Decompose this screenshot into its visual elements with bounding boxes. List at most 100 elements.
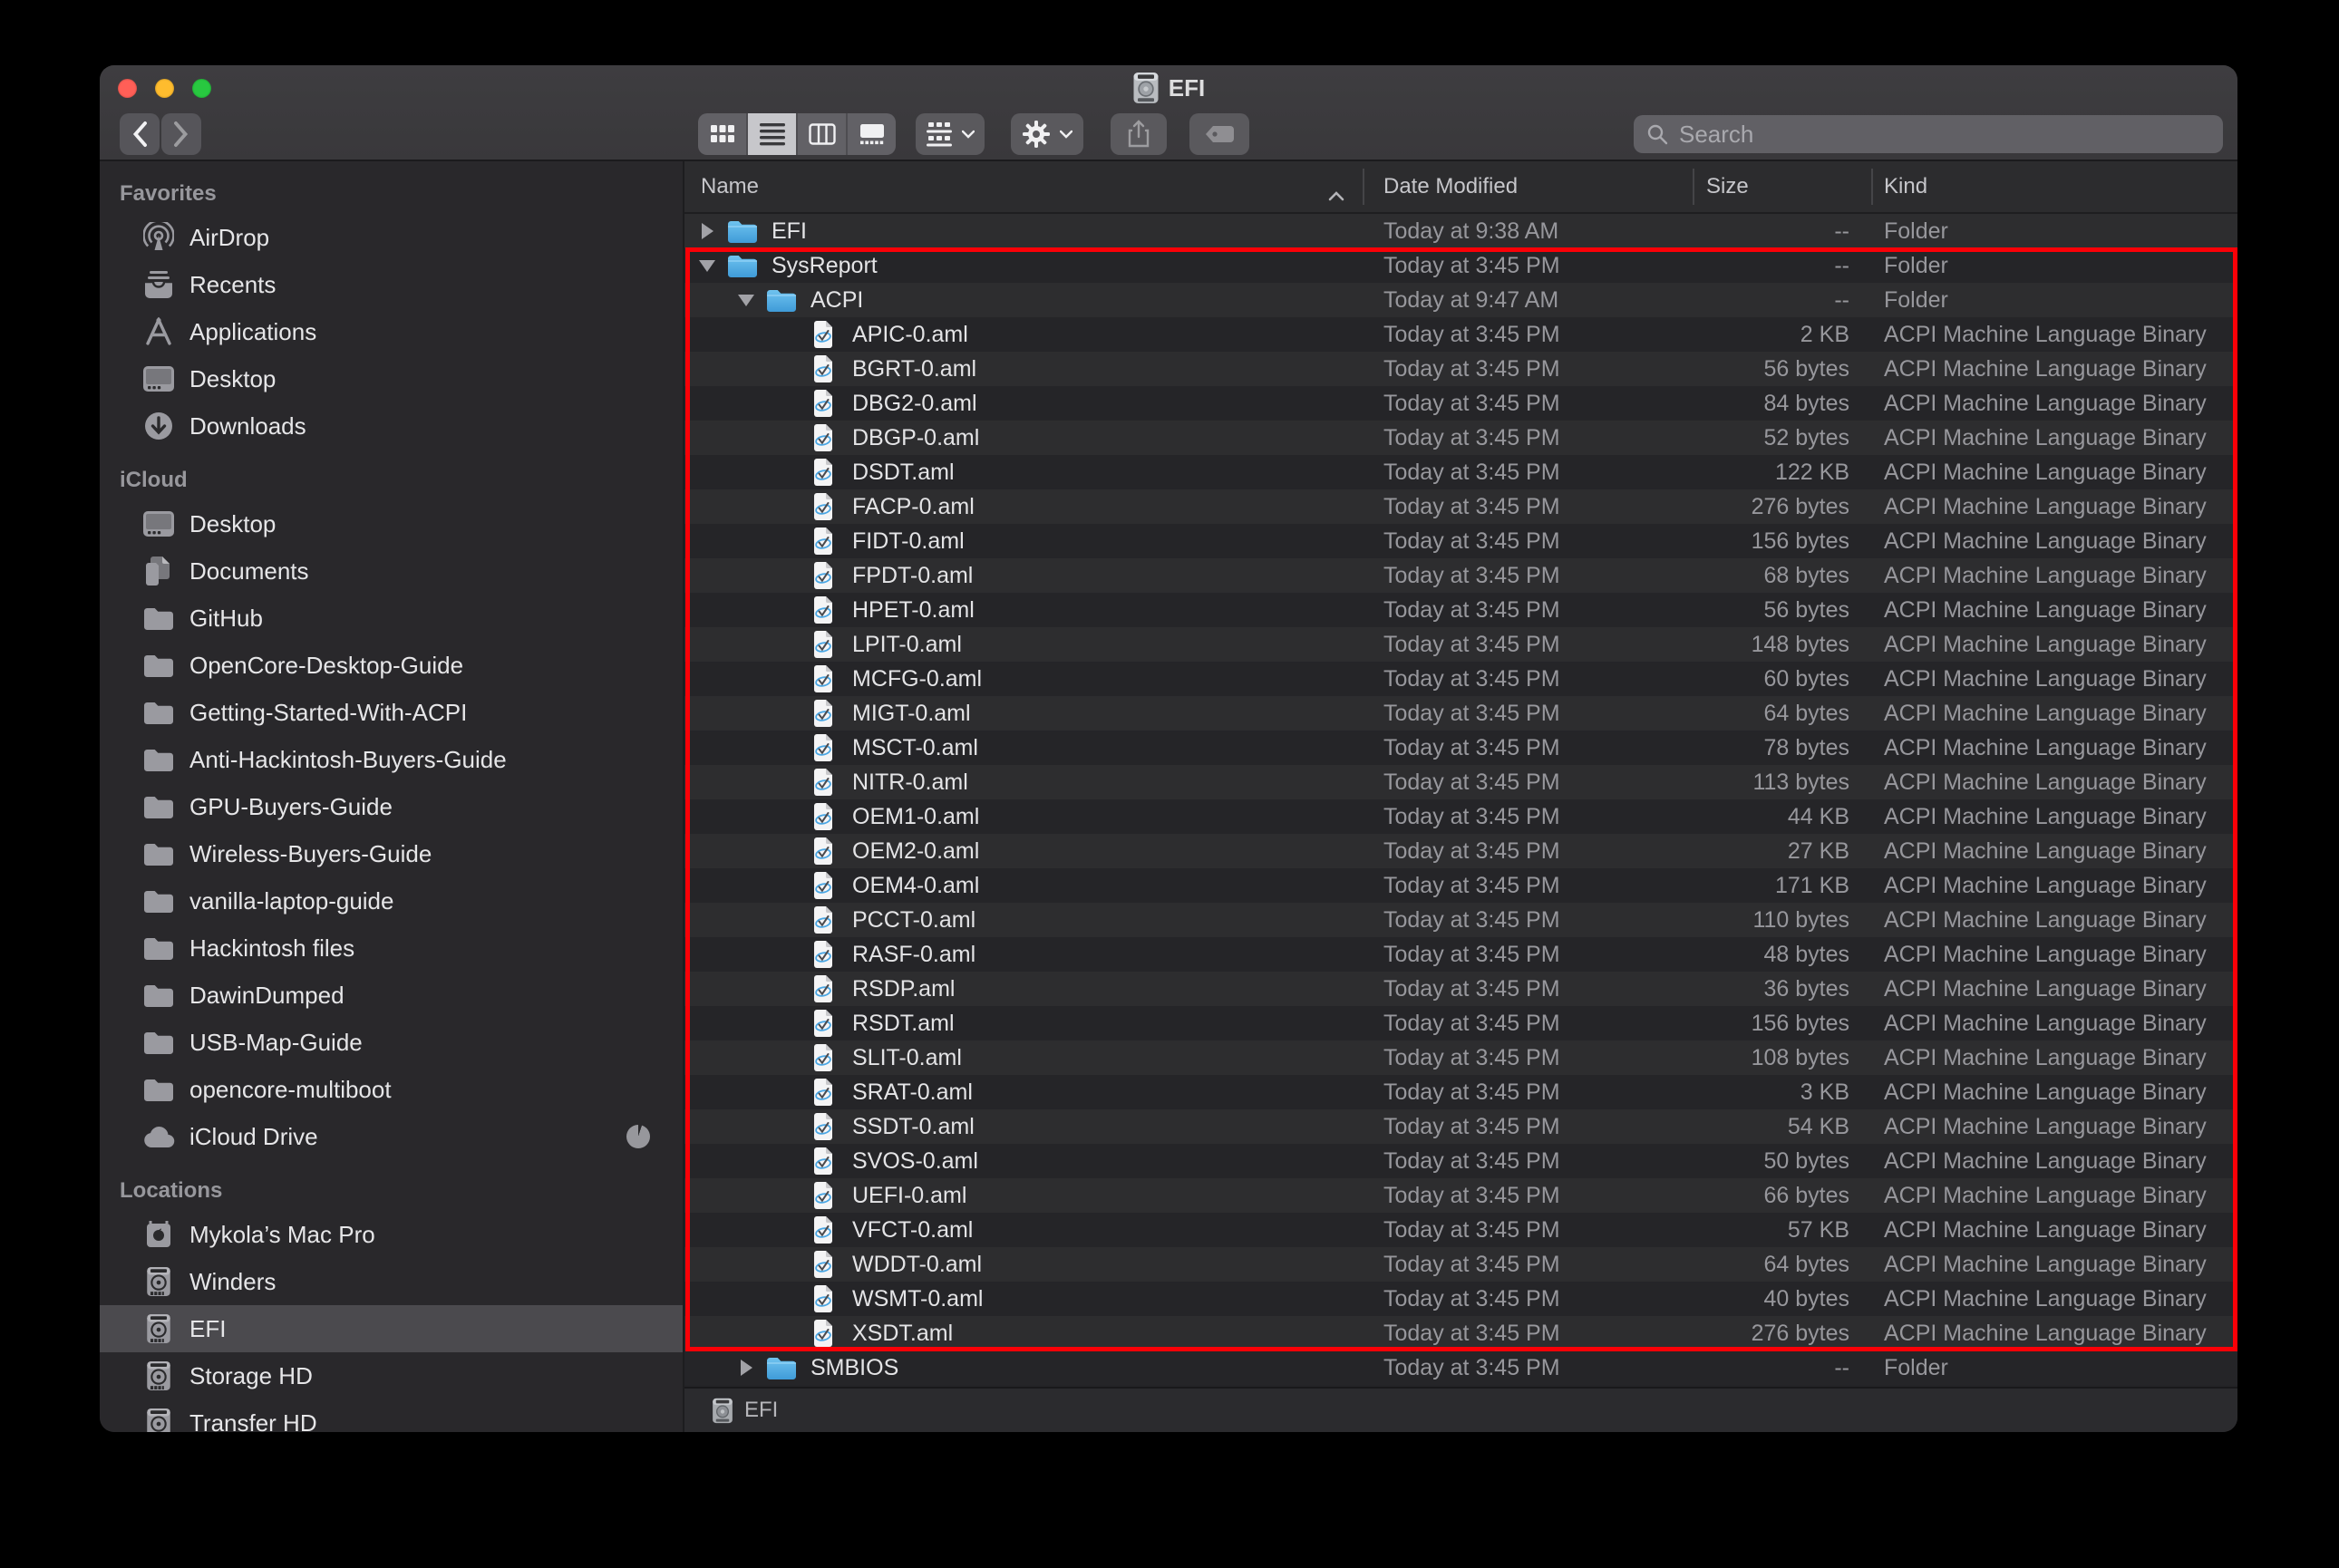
- list-view-button[interactable]: [748, 113, 798, 155]
- list-row-uefi-0-aml[interactable]: UEFI-0.aml Today at 3:45 PM 66 bytes ACP…: [684, 1178, 2237, 1213]
- forward-button[interactable]: [161, 113, 201, 155]
- list-row-pcct-0-aml[interactable]: PCCT-0.aml Today at 3:45 PM 110 bytes AC…: [684, 903, 2237, 937]
- action-gear-button[interactable]: [1011, 113, 1083, 155]
- list-row-rasf-0-aml[interactable]: RASF-0.aml Today at 3:45 PM 48 bytes ACP…: [684, 937, 2237, 972]
- list-row-efi[interactable]: EFI Today at 9:38 AM -- Folder: [684, 214, 2237, 248]
- disclosure-triangle[interactable]: [695, 223, 719, 239]
- list-row-ssdt-0-aml[interactable]: SSDT-0.aml Today at 3:45 PM 54 KB ACPI M…: [684, 1109, 2237, 1144]
- sidebar-item-wireless-buyers-guide[interactable]: Wireless-Buyers-Guide: [100, 830, 683, 877]
- disclosure-triangle[interactable]: [695, 259, 719, 272]
- list-row-dbgp-0-aml[interactable]: DBGP-0.aml Today at 3:45 PM 52 bytes ACP…: [684, 421, 2237, 455]
- sidebar-item-github[interactable]: GitHub: [100, 595, 683, 642]
- list-row-apic-0-aml[interactable]: APIC-0.aml Today at 3:45 PM 2 KB ACPI Ma…: [684, 317, 2237, 352]
- sidebar-item-opencore-desktop-guide[interactable]: OpenCore-Desktop-Guide: [100, 642, 683, 689]
- file-name: SLIT-0.aml: [852, 1044, 962, 1070]
- list-row-smbios[interactable]: SMBIOS Today at 3:45 PM -- Folder: [684, 1350, 2237, 1385]
- share-button[interactable]: [1111, 113, 1167, 155]
- search-input[interactable]: [1677, 119, 2210, 150]
- list-row-srat-0-aml[interactable]: SRAT-0.aml Today at 3:45 PM 3 KB ACPI Ma…: [684, 1075, 2237, 1109]
- list-row-dsdt-aml[interactable]: DSDT.aml Today at 3:45 PM 122 KB ACPI Ma…: [684, 455, 2237, 489]
- list-row-slit-0-aml[interactable]: SLIT-0.aml Today at 3:45 PM 108 bytes AC…: [684, 1040, 2237, 1075]
- list-row-nitr-0-aml[interactable]: NITR-0.aml Today at 3:45 PM 113 bytes AC…: [684, 765, 2237, 799]
- sidebar-item-usb-map-guide[interactable]: USB-Map-Guide: [100, 1019, 683, 1066]
- list-row-svos-0-aml[interactable]: SVOS-0.aml Today at 3:45 PM 50 bytes ACP…: [684, 1144, 2237, 1178]
- sidebar-item-opencore-multiboot[interactable]: opencore-multiboot: [100, 1066, 683, 1113]
- column-header-date-modified[interactable]: Date Modified: [1383, 174, 1683, 199]
- sidebar-item-hackintosh-files[interactable]: Hackintosh files: [100, 924, 683, 972]
- sidebar-item-desktop[interactable]: Desktop: [100, 500, 683, 547]
- sidebar-item-dawindumped[interactable]: DawinDumped: [100, 972, 683, 1019]
- file-kind: ACPI Machine Language Binary: [1884, 1251, 2207, 1277]
- sidebar-item-getting-started-with-acpi[interactable]: Getting-Started-With-ACPI: [100, 689, 683, 736]
- aml-document-icon: [800, 1147, 847, 1176]
- list-row-hpet-0-aml[interactable]: HPET-0.aml Today at 3:45 PM 56 bytes ACP…: [684, 593, 2237, 627]
- sidebar-item-vanilla-laptop-guide[interactable]: vanilla-laptop-guide: [100, 877, 683, 924]
- list-row-lpit-0-aml[interactable]: LPIT-0.aml Today at 3:45 PM 148 bytes AC…: [684, 627, 2237, 662]
- list-row-msct-0-aml[interactable]: MSCT-0.aml Today at 3:45 PM 78 bytes ACP…: [684, 731, 2237, 765]
- sidebar-item-transfer-hd[interactable]: Transfer HD: [100, 1399, 683, 1432]
- back-button[interactable]: [120, 113, 160, 155]
- column-header-kind[interactable]: Kind: [1849, 174, 2237, 199]
- icon-view-button[interactable]: [698, 113, 748, 155]
- list-row-rsdp-aml[interactable]: RSDP.aml Today at 3:45 PM 36 bytes ACPI …: [684, 972, 2237, 1006]
- list-row-rsdt-aml[interactable]: RSDT.aml Today at 3:45 PM 156 bytes ACPI…: [684, 1006, 2237, 1040]
- list-row-acpi[interactable]: ACPI Today at 9:47 AM -- Folder: [684, 283, 2237, 317]
- file-kind: ACPI Machine Language Binary: [1884, 1147, 2207, 1174]
- file-name: UEFI-0.aml: [852, 1182, 967, 1208]
- toolbar: [100, 111, 2237, 157]
- list-row-migt-0-aml[interactable]: MIGT-0.aml Today at 3:45 PM 64 bytes ACP…: [684, 696, 2237, 731]
- list-row-wsmt-0-aml[interactable]: WSMT-0.aml Today at 3:45 PM 40 bytes ACP…: [684, 1282, 2237, 1316]
- sidebar-item-icloud-drive[interactable]: iCloud Drive: [100, 1113, 683, 1160]
- aml-document-icon: [800, 561, 847, 590]
- column-view-button[interactable]: [798, 113, 848, 155]
- list-row-mcfg-0-aml[interactable]: MCFG-0.aml Today at 3:45 PM 60 bytes ACP…: [684, 662, 2237, 696]
- column-divider[interactable]: [1363, 169, 1364, 205]
- file-kind: ACPI Machine Language Binary: [1884, 1216, 2207, 1243]
- sidebar-item-airdrop[interactable]: AirDrop: [100, 214, 683, 261]
- group-by-button[interactable]: [916, 113, 985, 155]
- file-name: XSDT.aml: [852, 1320, 954, 1346]
- aml-document-icon: [800, 1078, 847, 1107]
- tag-button[interactable]: [1189, 113, 1249, 155]
- aml-document-icon: [800, 802, 847, 831]
- sidebar-item-winders[interactable]: Winders: [100, 1258, 683, 1305]
- file-kind: ACPI Machine Language Binary: [1884, 355, 2207, 382]
- list-row-dbg2-0-aml[interactable]: DBG2-0.aml Today at 3:45 PM 84 bytes ACP…: [684, 386, 2237, 421]
- disclosure-triangle[interactable]: [734, 294, 758, 306]
- list-row-vfct-0-aml[interactable]: VFCT-0.aml Today at 3:45 PM 57 KB ACPI M…: [684, 1213, 2237, 1247]
- sidebar-item-mykola-s-mac-pro[interactable]: Mykola’s Mac Pro: [100, 1211, 683, 1258]
- list-row-wddt-0-aml[interactable]: WDDT-0.aml Today at 3:45 PM 64 bytes ACP…: [684, 1247, 2237, 1282]
- sidebar-item-anti-hackintosh-buyers-guide[interactable]: Anti-Hackintosh-Buyers-Guide: [100, 736, 683, 783]
- list-row-fidt-0-aml[interactable]: FIDT-0.aml Today at 3:45 PM 156 bytes AC…: [684, 524, 2237, 558]
- file-name: DBGP-0.aml: [852, 424, 980, 450]
- list-row-xsdt-aml[interactable]: XSDT.aml Today at 3:45 PM 276 bytes ACPI…: [684, 1316, 2237, 1350]
- sidebar-item-documents[interactable]: Documents: [100, 547, 683, 595]
- sidebar-item-desktop[interactable]: Desktop: [100, 355, 683, 402]
- list-row-oem4-0-aml[interactable]: OEM4-0.aml Today at 3:45 PM 171 KB ACPI …: [684, 868, 2237, 903]
- file-kind: ACPI Machine Language Binary: [1884, 459, 2207, 485]
- column-header-name[interactable]: Name: [684, 174, 1383, 201]
- column-header-size[interactable]: Size: [1683, 174, 1849, 199]
- gallery-view-button[interactable]: [848, 113, 896, 155]
- sidebar-item-gpu-buyers-guide[interactable]: GPU-Buyers-Guide: [100, 783, 683, 830]
- list-row-bgrt-0-aml[interactable]: BGRT-0.aml Today at 3:45 PM 56 bytes ACP…: [684, 352, 2237, 386]
- sidebar-item-label: Storage HD: [189, 1361, 313, 1389]
- search-field[interactable]: [1634, 115, 2223, 153]
- sidebar-item-storage-hd[interactable]: Storage HD: [100, 1352, 683, 1399]
- file-kind: ACPI Machine Language Binary: [1884, 769, 2207, 795]
- sidebar-item-recents[interactable]: Recents: [100, 261, 683, 308]
- column-divider[interactable]: [1871, 169, 1873, 205]
- path-bar-item[interactable]: EFI: [744, 1398, 778, 1423]
- sidebar-item-efi[interactable]: EFI: [100, 1305, 683, 1352]
- file-size: --: [1834, 1354, 1849, 1380]
- list-row-oem1-0-aml[interactable]: OEM1-0.aml Today at 3:45 PM 44 KB ACPI M…: [684, 799, 2237, 834]
- file-size: 52 bytes: [1763, 424, 1849, 450]
- disclosure-triangle[interactable]: [734, 1360, 758, 1376]
- sidebar-item-downloads[interactable]: Downloads: [100, 402, 683, 450]
- column-divider[interactable]: [1693, 169, 1694, 205]
- sidebar-item-applications[interactable]: Applications: [100, 308, 683, 355]
- list-row-oem2-0-aml[interactable]: OEM2-0.aml Today at 3:45 PM 27 KB ACPI M…: [684, 834, 2237, 868]
- list-row-sysreport[interactable]: SysReport Today at 3:45 PM -- Folder: [684, 248, 2237, 283]
- list-row-fpdt-0-aml[interactable]: FPDT-0.aml Today at 3:45 PM 68 bytes ACP…: [684, 558, 2237, 593]
- list-row-facp-0-aml[interactable]: FACP-0.aml Today at 3:45 PM 276 bytes AC…: [684, 489, 2237, 524]
